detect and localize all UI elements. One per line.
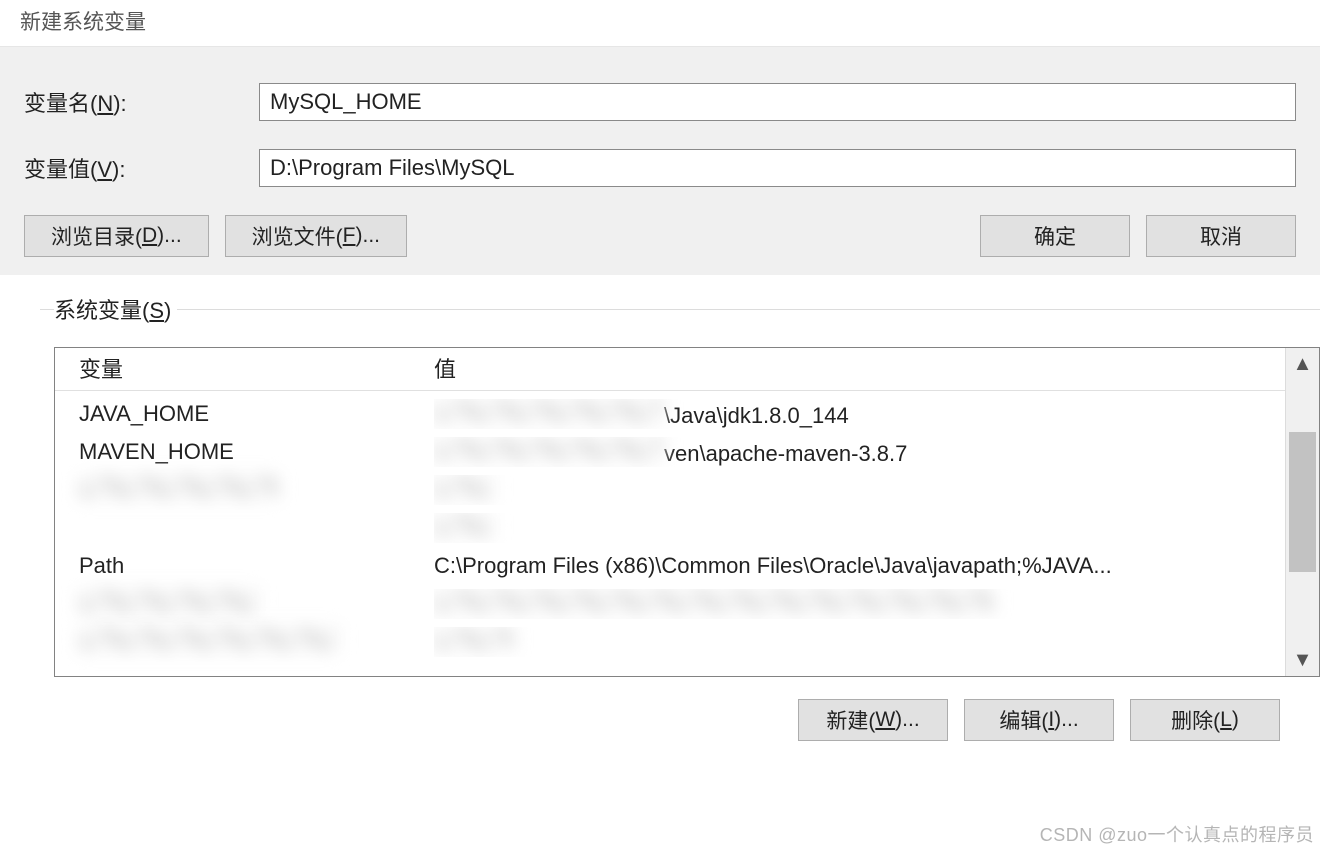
edit-variable-button[interactable]: 编辑(I)...: [964, 699, 1114, 741]
var-value: [434, 513, 1285, 543]
var-value: [434, 589, 1285, 619]
var-value: ven\apache-maven-3.8.7: [434, 437, 1285, 467]
btn-text: )...: [1054, 708, 1079, 732]
var-name: [79, 627, 434, 657]
btn-text: )...: [895, 708, 920, 732]
label-variable-value: 变量值(V):: [24, 152, 259, 184]
delete-variable-button[interactable]: 删除(L): [1130, 699, 1280, 741]
btn-text: 浏览目录(: [51, 221, 142, 251]
btn-access-key: F: [343, 224, 356, 248]
list-item[interactable]: [79, 623, 1285, 661]
redacted: [434, 475, 494, 499]
cancel-button[interactable]: 取消: [1146, 215, 1296, 257]
list-item[interactable]: [79, 509, 1285, 547]
redacted: [434, 513, 494, 537]
var-value: [434, 627, 1285, 657]
scroll-up-icon[interactable]: ▲: [1289, 352, 1317, 376]
btn-text: )...: [157, 224, 182, 248]
legend-text: ): [164, 298, 171, 323]
btn-text: 编辑(: [999, 705, 1048, 735]
browse-directory-button[interactable]: 浏览目录(D)...: [24, 215, 209, 257]
scrollbar[interactable]: ▲ ▼: [1285, 348, 1319, 676]
redacted: [79, 475, 279, 499]
variable-name-input[interactable]: [259, 83, 1296, 121]
variables-list-header: 变量 值: [55, 348, 1285, 391]
list-item[interactable]: MAVEN_HOME ven\apache-maven-3.8.7: [79, 433, 1285, 471]
btn-text: 浏览文件(: [252, 221, 343, 251]
new-variable-panel: 变量名(N): 变量值(V): 浏览目录(D)... 浏览文件(F)... 确定…: [0, 46, 1320, 275]
redacted: [79, 627, 339, 651]
redacted: [434, 437, 664, 461]
redacted: [79, 589, 259, 613]
var-name: [79, 589, 434, 619]
redacted: [434, 627, 514, 651]
redacted: [434, 399, 664, 423]
sysvars-button-row: 新建(W)... 编辑(I)... 删除(L): [40, 677, 1320, 741]
dialog-title: 新建系统变量: [0, 0, 1320, 46]
new-variable-button[interactable]: 新建(W)...: [798, 699, 948, 741]
list-item[interactable]: JAVA_HOME \Java\jdk1.8.0_144: [79, 395, 1285, 433]
value-text: ven\apache-maven-3.8.7: [664, 441, 907, 466]
var-value: [434, 475, 1285, 505]
row-variable-value: 变量值(V):: [24, 149, 1296, 187]
redacted: [434, 589, 994, 613]
legend-access-key: S: [149, 298, 164, 323]
btn-text: ): [1232, 708, 1239, 732]
header-variable: 变量: [79, 352, 434, 384]
dialog-button-row: 浏览目录(D)... 浏览文件(F)... 确定 取消: [24, 215, 1296, 257]
ok-button[interactable]: 确定: [980, 215, 1130, 257]
browse-file-button[interactable]: 浏览文件(F)...: [225, 215, 407, 257]
var-name: MAVEN_HOME: [79, 439, 434, 465]
variables-list-body: JAVA_HOME \Java\jdk1.8.0_144 MAVEN_HOME …: [55, 391, 1285, 661]
list-item[interactable]: [79, 471, 1285, 509]
row-variable-name: 变量名(N):: [24, 83, 1296, 121]
btn-access-key: L: [1220, 708, 1232, 732]
label-text: ):: [113, 91, 126, 116]
btn-text: 删除(: [1171, 705, 1220, 735]
label-text: ):: [112, 157, 125, 182]
var-name: JAVA_HOME: [79, 401, 434, 427]
btn-access-key: D: [142, 224, 157, 248]
list-item[interactable]: Path C:\Program Files (x86)\Common Files…: [79, 547, 1285, 585]
label-text: 变量名(: [24, 91, 97, 116]
btn-text: )...: [356, 224, 381, 248]
label-access-key: V: [97, 157, 112, 182]
label-access-key: N: [97, 91, 113, 116]
variable-value-input[interactable]: [259, 149, 1296, 187]
system-variables-fieldset: 系统变量(S) 变量 值 JAVA_HOME \Java\jdk1.8.0_14…: [40, 293, 1320, 741]
value-text: \Java\jdk1.8.0_144: [664, 403, 849, 428]
header-value: 值: [434, 352, 1285, 384]
variables-list-content: 变量 值 JAVA_HOME \Java\jdk1.8.0_144 MAVEN_…: [55, 348, 1285, 676]
system-variables-legend: 系统变量(S): [54, 293, 177, 325]
scroll-track[interactable]: [1286, 376, 1319, 648]
var-value: \Java\jdk1.8.0_144: [434, 399, 1285, 429]
variables-listbox[interactable]: 变量 值 JAVA_HOME \Java\jdk1.8.0_144 MAVEN_…: [54, 347, 1320, 677]
system-variables-section: 系统变量(S) 变量 值 JAVA_HOME \Java\jdk1.8.0_14…: [0, 275, 1320, 741]
scroll-down-icon[interactable]: ▼: [1289, 648, 1317, 672]
var-name: Path: [79, 553, 434, 579]
label-variable-name: 变量名(N):: [24, 86, 259, 118]
btn-text: 新建(: [826, 705, 875, 735]
var-name: [79, 475, 434, 505]
label-text: 变量值(: [24, 157, 97, 182]
legend-text: 系统变量(: [54, 298, 149, 323]
scroll-thumb[interactable]: [1289, 432, 1316, 572]
var-value: C:\Program Files (x86)\Common Files\Orac…: [434, 553, 1285, 579]
watermark: CSDN @zuo一个认真点的程序员: [1040, 821, 1314, 847]
btn-access-key: W: [875, 708, 895, 732]
list-item[interactable]: [79, 585, 1285, 623]
